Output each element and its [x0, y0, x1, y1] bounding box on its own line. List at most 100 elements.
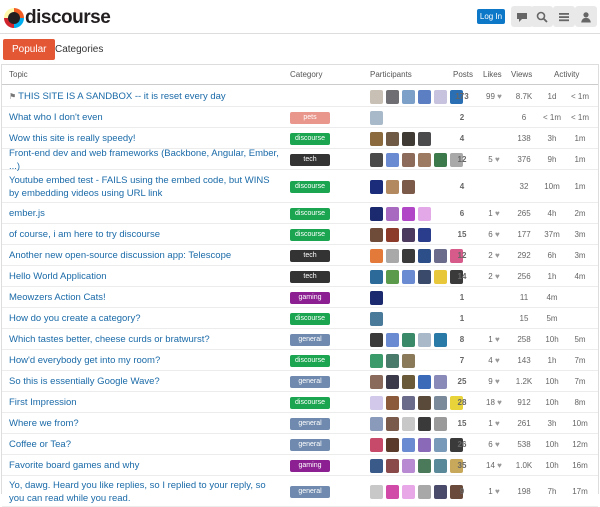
table-row[interactable]: Meowzers Action Cats! gaming 1 11 4m	[2, 287, 598, 308]
topic-title-link[interactable]: Hello World Application	[9, 270, 281, 283]
table-row[interactable]: ⚑ THIS SITE IS A SANDBOX -- it is reset e…	[2, 86, 598, 107]
avatar[interactable]	[370, 332, 383, 347]
avatar[interactable]	[402, 437, 415, 452]
table-row[interactable]: What who I don't even pets 2 6 < 1m < 1m	[2, 107, 598, 128]
avatar[interactable]	[386, 152, 399, 167]
table-row[interactable]: of course, i am here to try discourse dis…	[2, 224, 598, 245]
search-icon[interactable]	[531, 6, 553, 27]
avatar[interactable]	[386, 484, 399, 499]
avatar[interactable]	[370, 395, 383, 410]
avatar[interactable]	[418, 374, 431, 389]
avatar[interactable]	[402, 152, 415, 167]
hamburger-menu-icon[interactable]	[553, 6, 575, 27]
table-row[interactable]: Another new open-source discussion app: …	[2, 245, 598, 266]
avatar[interactable]	[418, 437, 431, 452]
avatar[interactable]	[386, 227, 399, 242]
table-row[interactable]: How do you create a category? discourse 1 1…	[2, 308, 598, 329]
avatar[interactable]	[402, 374, 415, 389]
avatar[interactable]	[370, 458, 383, 473]
category-badge[interactable]: discourse	[290, 312, 330, 325]
topic-title-link[interactable]: of course, i am here to try discourse	[9, 228, 281, 241]
category-badge[interactable]: discourse	[290, 354, 330, 367]
avatar[interactable]	[370, 374, 383, 389]
table-row[interactable]: Where we from? general 15 1 ♥ 261 3h 10m	[2, 413, 598, 434]
topic-title-link[interactable]: What who I don't even	[9, 111, 281, 124]
table-row[interactable]: Coffee or Tea? general 26 6 ♥ 538 10h 12m	[2, 434, 598, 455]
avatar[interactable]	[434, 437, 447, 452]
category-badge[interactable]: general	[290, 333, 330, 346]
user-icon[interactable]	[575, 6, 597, 27]
topic-title-link[interactable]: Favorite board games and why	[9, 459, 281, 472]
avatar[interactable]	[386, 395, 399, 410]
topic-title-link[interactable]: Wow this site is really speedy!	[9, 132, 281, 145]
avatar[interactable]	[434, 89, 447, 104]
topic-title-link[interactable]: Another new open-source discussion app: …	[9, 249, 281, 262]
avatar[interactable]	[434, 332, 447, 347]
avatar[interactable]	[402, 269, 415, 284]
avatar[interactable]	[402, 353, 415, 368]
category-badge[interactable]: pets	[290, 111, 330, 124]
avatar[interactable]	[386, 179, 399, 194]
avatar[interactable]	[402, 206, 415, 221]
avatar[interactable]	[370, 353, 383, 368]
avatar[interactable]	[418, 131, 431, 146]
avatar[interactable]	[434, 152, 447, 167]
avatar[interactable]	[418, 89, 431, 104]
avatar[interactable]	[402, 416, 415, 431]
topic-title-link[interactable]: Coffee or Tea?	[9, 438, 281, 451]
topic-title-link[interactable]: How do you create a category?	[9, 312, 281, 325]
avatar[interactable]	[402, 227, 415, 242]
avatar[interactable]	[370, 416, 383, 431]
topic-title-link[interactable]: ember.js	[9, 207, 281, 220]
avatar[interactable]	[386, 332, 399, 347]
column-views[interactable]: Views	[511, 70, 532, 79]
topic-title-link[interactable]: So this is essentially Google Wave?	[9, 375, 281, 388]
category-badge[interactable]: general	[290, 375, 330, 388]
category-badge[interactable]: general	[290, 438, 330, 451]
avatar[interactable]	[402, 131, 415, 146]
avatar[interactable]	[418, 416, 431, 431]
avatar[interactable]	[370, 152, 383, 167]
avatar[interactable]	[402, 332, 415, 347]
table-row[interactable]: How'd everybody get into my room? discour…	[2, 350, 598, 371]
table-row[interactable]: ember.js discourse 6 1 ♥ 265 4h 2m	[2, 203, 598, 224]
category-badge[interactable]: discourse	[290, 207, 330, 220]
avatar[interactable]	[370, 110, 383, 125]
avatar[interactable]	[402, 484, 415, 499]
category-badge[interactable]: gaming	[290, 291, 330, 304]
avatar[interactable]	[402, 179, 415, 194]
category-badge[interactable]: discourse	[290, 132, 330, 145]
category-badge[interactable]: discourse	[290, 396, 330, 409]
avatar[interactable]	[386, 89, 399, 104]
avatar[interactable]	[402, 395, 415, 410]
avatar[interactable]	[370, 290, 383, 305]
category-badge[interactable]: discourse	[290, 228, 330, 241]
avatar[interactable]	[418, 332, 431, 347]
avatar[interactable]	[386, 416, 399, 431]
avatar[interactable]	[370, 179, 383, 194]
category-badge[interactable]: tech	[290, 270, 330, 283]
avatar[interactable]	[418, 395, 431, 410]
avatar[interactable]	[370, 311, 383, 326]
column-likes[interactable]: Likes	[483, 70, 502, 79]
avatar[interactable]	[370, 131, 383, 146]
topic-title-link[interactable]: Meowzers Action Cats!	[9, 291, 281, 304]
chat-bubble-icon[interactable]	[511, 6, 533, 27]
column-category[interactable]: Category	[290, 70, 322, 79]
topic-title-link[interactable]: Where we from?	[9, 417, 281, 430]
topic-title-link[interactable]: ⚑ THIS SITE IS A SANDBOX -- it is reset e…	[9, 90, 281, 103]
table-row[interactable]: So this is essentially Google Wave? gener…	[2, 371, 598, 392]
category-badge[interactable]: discourse	[290, 180, 330, 193]
category-badge[interactable]: general	[290, 485, 330, 498]
login-button[interactable]: Log In	[477, 9, 505, 24]
avatar[interactable]	[386, 248, 399, 263]
avatar[interactable]	[386, 353, 399, 368]
table-row[interactable]: Favorite board games and why gaming 35 14 ♥…	[2, 455, 598, 476]
avatar[interactable]	[386, 458, 399, 473]
topic-title-link[interactable]: Front-end dev and web frameworks (Backbo…	[9, 147, 281, 173]
tab-categories[interactable]: Categories	[46, 39, 112, 60]
avatar[interactable]	[386, 374, 399, 389]
avatar[interactable]	[370, 269, 383, 284]
avatar[interactable]	[418, 206, 431, 221]
topic-title-link[interactable]: How'd everybody get into my room?	[9, 354, 281, 367]
